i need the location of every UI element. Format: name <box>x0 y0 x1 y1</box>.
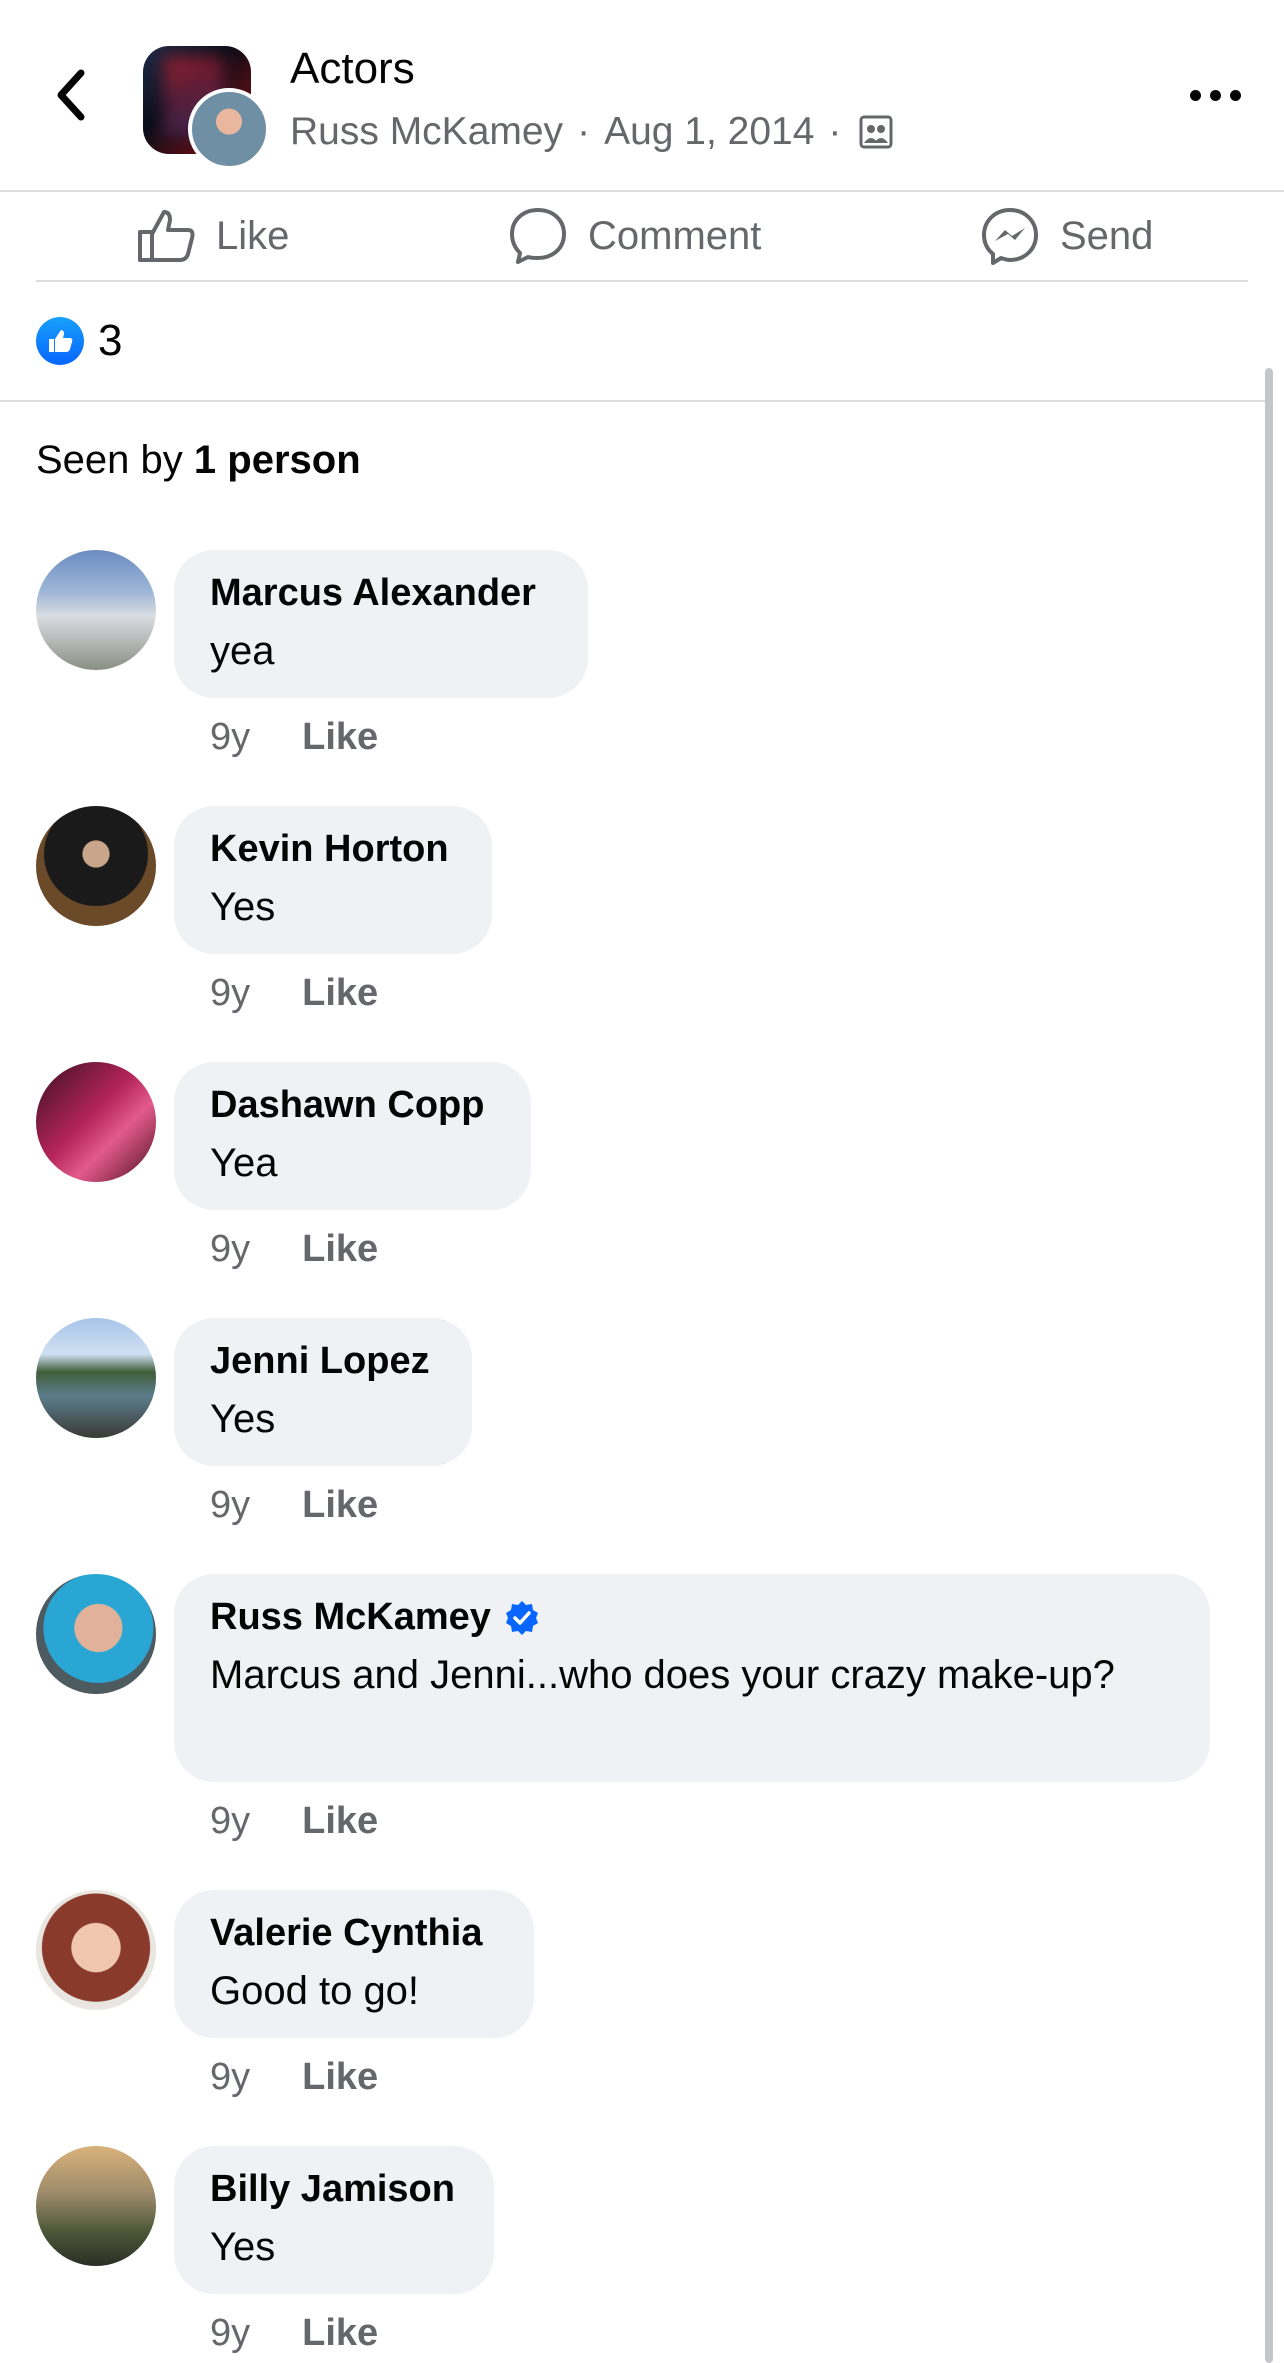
comment-text: Yes <box>210 1397 276 1441</box>
commenter-avatar[interactable] <box>36 1890 156 2010</box>
more-dot-icon <box>1229 89 1241 101</box>
comment-meta: 9y Like <box>210 716 378 759</box>
reaction-count: 3 <box>98 316 123 365</box>
author-avatar[interactable] <box>188 88 270 170</box>
more-dot-icon <box>1189 89 1201 101</box>
comment-text: Yea <box>210 1141 278 1185</box>
commenter-avatar[interactable] <box>36 2146 156 2266</box>
like-reaction-icon <box>36 317 84 365</box>
comment-bubble[interactable]: Jenni Lopez Yes <box>174 1318 472 1466</box>
commenter-name-text: Dashawn Copp <box>210 1084 485 1126</box>
back-button[interactable] <box>40 58 100 132</box>
commenter-avatar[interactable] <box>36 1318 156 1438</box>
commenter-name[interactable]: Kevin Horton <box>210 828 456 871</box>
comment-meta: 9y Like <box>210 1484 378 1527</box>
comment-like-button[interactable]: Like <box>302 1484 378 1527</box>
send-button[interactable]: Send <box>980 192 1153 280</box>
post-actions-bar: Like Comment Send <box>36 192 1248 282</box>
commenter-avatar[interactable] <box>36 1574 156 1694</box>
commenter-name-text: Russ McKamey <box>210 1596 491 1638</box>
more-options-button[interactable] <box>1180 70 1250 120</box>
comment-like-button[interactable]: Like <box>302 1228 378 1271</box>
seen-count: 1 person <box>193 438 361 482</box>
messenger-icon <box>982 208 1038 265</box>
commenter-name[interactable]: Marcus Alexander <box>210 572 552 615</box>
comment-like-button[interactable]: Like <box>302 716 378 759</box>
author-name[interactable]: Russ McKamey <box>290 110 563 154</box>
comment-time[interactable]: 9y <box>210 972 250 1015</box>
comment-meta: 9y Like <box>210 2056 378 2099</box>
commenter-name-text: Marcus Alexander <box>210 572 536 614</box>
thumbs-up-icon <box>138 210 195 262</box>
comment-like-button[interactable]: Like <box>302 2056 378 2099</box>
comment-bubble[interactable]: Kevin Horton Yes <box>174 806 492 954</box>
comment-label: Comment <box>588 213 762 258</box>
comment-icon <box>510 208 566 264</box>
comment-text: Yes <box>210 885 276 929</box>
group-title[interactable]: Actors <box>290 44 415 94</box>
like-label: Like <box>216 213 290 258</box>
reaction-summary[interactable]: 3 <box>36 316 122 366</box>
post-date[interactable]: Aug 1, 2014 <box>604 110 814 154</box>
post-header: Actors Russ McKamey · Aug 1, 2014 · <box>0 0 1284 192</box>
verified-badge-icon <box>505 1600 538 1635</box>
comment-time[interactable]: 9y <box>210 2056 250 2099</box>
seen-by[interactable]: Seen by 1 person <box>36 438 361 483</box>
scrollbar[interactable] <box>1265 368 1273 2363</box>
separator: · <box>577 110 591 153</box>
send-label: Send <box>1060 213 1154 258</box>
comment-button[interactable]: Comment <box>508 192 761 280</box>
commenter-name[interactable]: Billy Jamison <box>210 2168 458 2211</box>
post-meta: Russ McKamey · Aug 1, 2014 · <box>290 110 893 154</box>
comment-bubble[interactable]: Dashawn Copp Yea <box>174 1062 531 1210</box>
more-dot-icon <box>1209 89 1221 101</box>
commenter-name[interactable]: Dashawn Copp <box>210 1084 495 1127</box>
comment-time[interactable]: 9y <box>210 716 250 759</box>
comment-like-button[interactable]: Like <box>302 2312 378 2355</box>
comment-like-button[interactable]: Like <box>302 1800 378 1843</box>
divider <box>0 400 1270 402</box>
comment-bubble[interactable]: Marcus Alexander yea <box>174 550 588 698</box>
commenter-name-text: Jenni Lopez <box>210 1340 430 1382</box>
like-button[interactable]: Like <box>136 192 289 280</box>
comment-text: Yes <box>210 2225 276 2269</box>
comment-text: yea <box>210 629 275 673</box>
comment-time[interactable]: 9y <box>210 2312 250 2355</box>
commenter-name-text: Kevin Horton <box>210 828 449 870</box>
chevron-left-icon <box>57 69 85 121</box>
comment-like-button[interactable]: Like <box>302 972 378 1015</box>
seen-prefix: Seen by <box>36 438 183 482</box>
comment-time[interactable]: 9y <box>210 1800 250 1843</box>
comment-text: Good to go! <box>210 1969 420 2013</box>
comment-time[interactable]: 9y <box>210 1484 250 1527</box>
comment-bubble[interactable]: Valerie Cynthia Good to go! <box>174 1890 534 2038</box>
commenter-avatar[interactable] <box>36 806 156 926</box>
comment-bubble[interactable]: Russ McKamey Marcus and Jenni...who does… <box>174 1574 1210 1782</box>
commenter-avatar[interactable] <box>36 1062 156 1182</box>
commenter-name[interactable]: Russ McKamey <box>210 1596 1174 1639</box>
group-audience-icon <box>859 115 893 149</box>
separator: · <box>828 110 842 153</box>
commenter-avatar[interactable] <box>36 550 156 670</box>
commenter-name-text: Billy Jamison <box>210 2168 455 2210</box>
commenter-name-text: Valerie Cynthia <box>210 1912 483 1954</box>
comment-text: Marcus and Jenni...who does your crazy m… <box>210 1653 1115 1697</box>
comment-meta: 9y Like <box>210 2312 378 2355</box>
comment-meta: 9y Like <box>210 1228 378 1271</box>
commenter-name[interactable]: Jenni Lopez <box>210 1340 436 1383</box>
comment-time[interactable]: 9y <box>210 1228 250 1271</box>
comment-meta: 9y Like <box>210 972 378 1015</box>
comment-meta: 9y Like <box>210 1800 378 1843</box>
comment-bubble[interactable]: Billy Jamison Yes <box>174 2146 494 2294</box>
commenter-name[interactable]: Valerie Cynthia <box>210 1912 498 1955</box>
